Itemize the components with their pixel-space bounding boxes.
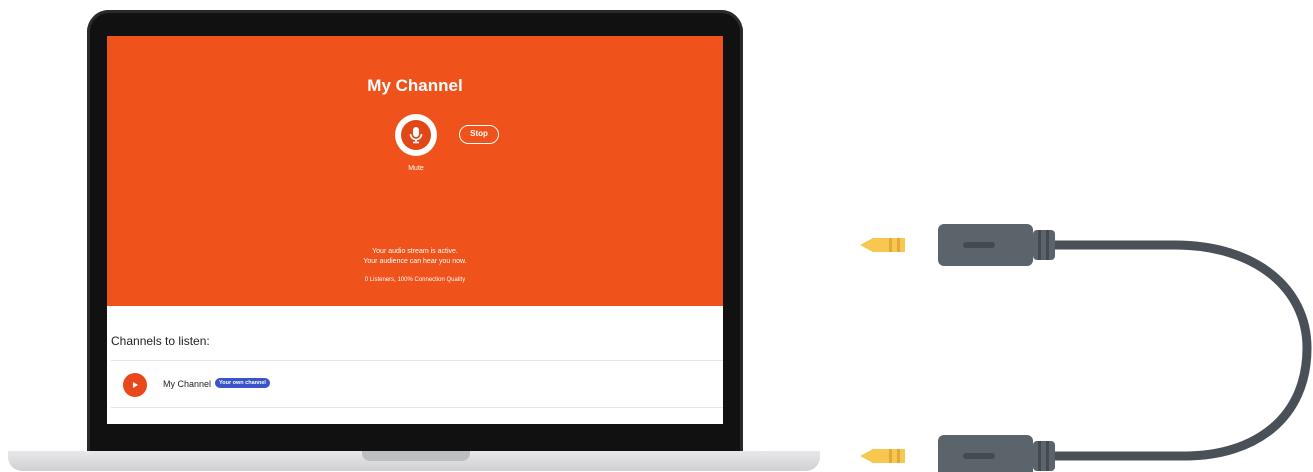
play-button[interactable] bbox=[123, 373, 147, 397]
stream-status-line-2: Your audience can hear you now. bbox=[363, 258, 467, 265]
laptop-screen: My Channel Mute Stop Your audio stream i… bbox=[107, 36, 723, 424]
channel-name: My Channel bbox=[163, 379, 212, 389]
stream-status-line-1: Your audio stream is active. bbox=[372, 248, 458, 255]
mute-button[interactable] bbox=[395, 114, 437, 156]
divider bbox=[111, 360, 723, 361]
play-icon bbox=[133, 382, 138, 388]
channel-title: My Channel bbox=[367, 76, 463, 95]
audio-cable bbox=[860, 224, 1312, 472]
own-channel-badge: Your own channel bbox=[215, 378, 270, 388]
connection-quality: 0 Listeners, 100% Connection Quality bbox=[364, 277, 466, 283]
laptop-notch bbox=[362, 451, 470, 461]
stop-button[interactable]: Stop bbox=[459, 125, 499, 144]
broadcast-panel: My Channel Mute Stop Your audio stream i… bbox=[107, 36, 723, 306]
mute-label: Mute bbox=[408, 165, 424, 172]
channels-heading: Channels to listen: bbox=[111, 334, 210, 348]
microphone-icon bbox=[401, 120, 431, 150]
divider bbox=[111, 407, 723, 408]
list-item[interactable]: My Channel Your own channel bbox=[111, 363, 723, 407]
